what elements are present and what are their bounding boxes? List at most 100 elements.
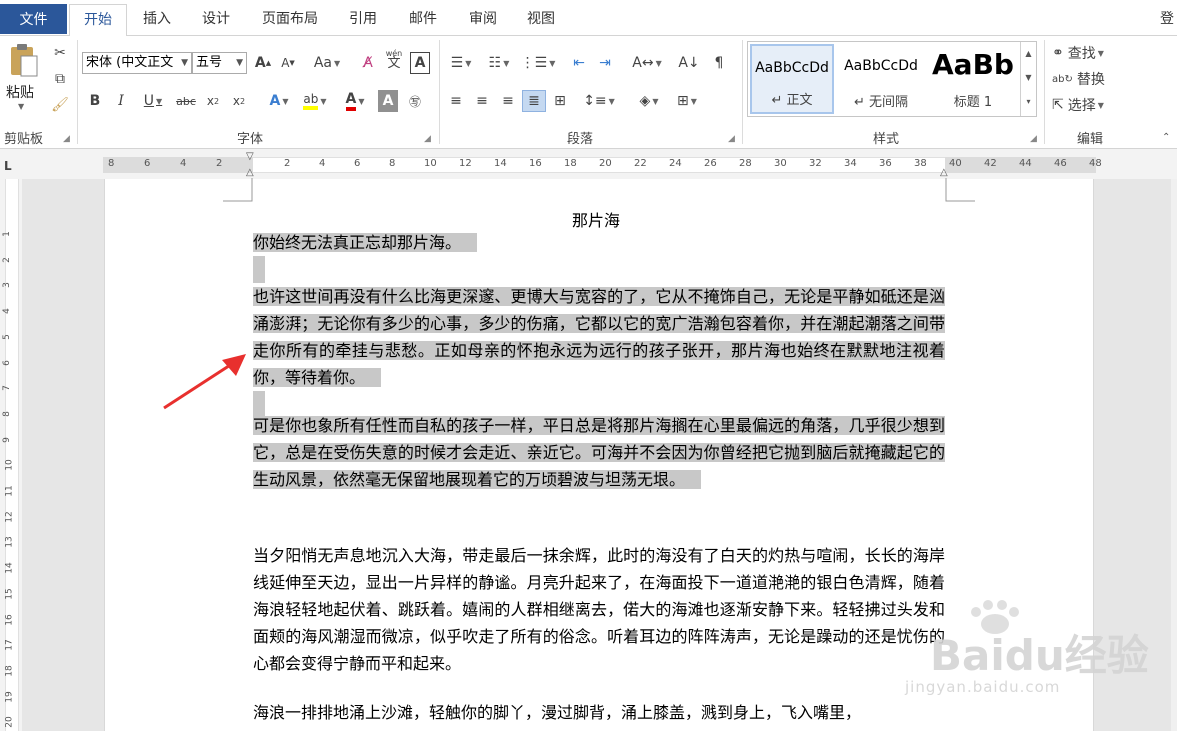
empty-paragraph-selected [253, 256, 265, 283]
style-heading-1[interactable]: AaBb 标题 1 [928, 44, 1018, 114]
copy-icon[interactable]: ⧉ [50, 68, 70, 90]
distributed-icon[interactable]: ⊞ [548, 90, 572, 112]
borders-icon[interactable]: ⊞ ▼ [670, 90, 704, 112]
bullets-icon[interactable]: ☰ ▼ [444, 52, 478, 74]
char-shading-icon[interactable]: A [378, 90, 398, 112]
shrink-font-icon[interactable]: A ▼ [278, 52, 298, 74]
style-name: ↵ 无间隔 [853, 95, 909, 110]
format-painter-icon[interactable]: 🖌 [50, 94, 70, 116]
ruler-number: 38 [914, 158, 927, 169]
superscript-icon[interactable]: x2 [229, 90, 249, 112]
tab-insert[interactable]: 插入 [130, 4, 184, 34]
sort-icon[interactable]: A↓ [678, 52, 700, 74]
clear-format-icon[interactable]: A̸ [358, 52, 378, 74]
phonetic-guide-icon[interactable]: wén 文 [382, 48, 406, 70]
paste-icon[interactable] [4, 42, 44, 78]
paragraph-5[interactable]: 海浪一排排地涌上沙滩，轻触你的脚丫，漫过脚背，涌上膝盖，溅到身上，飞入嘴里， [253, 699, 945, 726]
font-name-combo[interactable]: 宋体 (中文正文 ▼ [82, 52, 192, 74]
replace-label: 替换 [1076, 72, 1105, 88]
tab-selector[interactable]: L [4, 159, 12, 173]
paragraph-2[interactable]: 也许这世间再没有什么比海更深邃、更博大与宽容的了，它从不掩饰自己，无论是平静如砥… [253, 283, 945, 391]
vertical-ruler[interactable]: 1 2 3 4 5 6 7 8 9 10 11 12 13 14 15 16 17 18 19 20 [0, 179, 22, 731]
change-case-button[interactable]: Aa ▼ [310, 52, 344, 74]
styles-gallery: AaBbCcDd ↵ 正文 AaBbCcDd ↵ 无间隔 AaBb 标题 1 ▲… [747, 41, 1037, 117]
grow-font-icon[interactable]: A ▲ [253, 52, 273, 74]
tab-design[interactable]: 设计 [188, 4, 244, 34]
vruler-number: 14 [4, 562, 15, 574]
select-button[interactable]: ⇱ 选择 ▼ [1052, 94, 1122, 116]
paragraph-2-text: 也许这世间再没有什么比海更深邃、更博大与宽容的了，它从不掩饰自己，无论是平静如砥… [253, 287, 945, 387]
styles-launcher-icon[interactable]: ◢ [1030, 134, 1037, 144]
paragraph-1[interactable]: 你始终无法真正忘却那片海。 [253, 229, 945, 256]
tab-file[interactable]: 文件 [0, 4, 67, 34]
cut-icon[interactable]: ✂ [50, 42, 70, 64]
align-center-icon[interactable]: ≡ [470, 90, 494, 112]
line-spacing-icon[interactable]: ↕≡ ▼ [582, 90, 616, 112]
vruler-number: 4 [1, 308, 12, 314]
tab-layout[interactable]: 页面布局 [250, 4, 330, 34]
horizontal-ruler[interactable]: L 8 6 4 2 2 4 6 8 10 12 14 16 18 20 22 24 26 28 30 32 34 36 38… [0, 149, 1177, 179]
ruler-number: 4 [319, 158, 326, 169]
vruler-number: 12 [4, 510, 15, 523]
ruler-number: 34 [844, 158, 857, 169]
underline-icon[interactable]: U ▼ [138, 90, 168, 112]
char-border-icon[interactable]: A [410, 52, 430, 74]
italic-icon[interactable]: I [112, 90, 130, 112]
styles-scroll[interactable]: ▲ ▼ ▾ [1020, 42, 1036, 116]
style-normal[interactable]: AaBbCcDd ↵ 正文 [750, 44, 834, 114]
font-size-combo[interactable]: 五号 ▼ [192, 52, 247, 74]
style-no-spacing[interactable]: AaBbCcDd ↵ 无间隔 [838, 44, 924, 114]
group-label-clipboard: 剪贴板 [4, 132, 44, 147]
group-label-editing: 编辑 [1076, 132, 1103, 147]
decrease-indent-icon[interactable]: ⇤ [568, 52, 590, 74]
strikethrough-icon[interactable]: abc [174, 90, 198, 112]
multilevel-list-icon[interactable]: ⋮☰ ▼ [520, 52, 556, 74]
font-launcher-icon[interactable]: ◢ [424, 134, 431, 144]
align-left-icon[interactable]: ≡ [444, 90, 468, 112]
paste-dropdown-icon[interactable]: ▼ [18, 102, 24, 111]
login-link[interactable]: 登 [1160, 8, 1174, 28]
vruler-number: 5 [1, 333, 12, 340]
font-color-icon[interactable]: A ▼ [338, 90, 372, 112]
tab-home[interactable]: 开始 [69, 4, 127, 36]
first-line-indent-marker[interactable]: ▽ [246, 151, 254, 162]
style-name: ↵ 正文 [771, 93, 813, 108]
ruler-number: 8 [108, 158, 115, 169]
subscript-icon[interactable]: x2 [203, 90, 223, 112]
hanging-indent-marker[interactable]: △ [246, 167, 254, 178]
ruler-number: 10 [424, 158, 437, 169]
increase-indent-icon[interactable]: ⇥ [594, 52, 616, 74]
align-right-icon[interactable]: ≡ [496, 90, 520, 112]
justify-icon[interactable]: ≣ [522, 90, 546, 112]
paragraph-4[interactable]: 当夕阳悄无声息地沉入大海，带走最后一抹余辉，此时的海没有了白天的灼热与喧闹，长长… [253, 542, 945, 677]
margin-corner-left [223, 178, 253, 202]
numbering-icon[interactable]: ☷ ▼ [482, 52, 516, 74]
font-size-value: 五号 [196, 55, 223, 70]
tab-review[interactable]: 审阅 [456, 4, 510, 34]
replace-button[interactable]: ab↻ 替换 [1052, 68, 1122, 90]
find-button[interactable]: ⚭ 查找 ▼ [1052, 42, 1122, 64]
collapse-ribbon-icon[interactable]: ⌃ [1162, 132, 1170, 143]
paragraph-3[interactable]: 可是你也象所有任性而自私的孩子一样，平日总是将那片海搁在心里最偏远的角落，几乎很… [253, 412, 945, 493]
vruler-number: 2 [1, 256, 12, 263]
paste-label[interactable]: 粘贴 [6, 82, 34, 102]
selection-tail [461, 233, 478, 252]
vertical-scrollbar[interactable] [1171, 179, 1177, 731]
enclose-char-icon[interactable]: ㊢ [404, 90, 426, 112]
show-marks-icon[interactable]: ¶ [708, 52, 730, 74]
paragraph-launcher-icon[interactable]: ◢ [728, 134, 735, 144]
highlight-color-icon[interactable]: ab ▼ [298, 90, 332, 112]
tab-references[interactable]: 引用 [336, 4, 390, 34]
tab-mailings[interactable]: 邮件 [394, 4, 452, 34]
shading-icon[interactable]: ◈ ▼ [632, 90, 666, 112]
ruler-number: 42 [984, 158, 997, 169]
find-label: 查找 [1067, 46, 1096, 62]
char-scaling-icon[interactable]: A↔ ▼ [630, 52, 664, 74]
bold-icon[interactable]: B [86, 90, 104, 112]
tab-view[interactable]: 视图 [514, 4, 568, 34]
clipboard-launcher-icon[interactable]: ◢ [63, 134, 70, 144]
baidu-watermark: Baidu经验 jingyan.baidu.com [900, 600, 1170, 710]
right-indent-marker[interactable]: △ [940, 167, 948, 178]
ruler-margin-left [103, 157, 253, 173]
text-effects-icon[interactable]: A ▼ [263, 90, 295, 112]
